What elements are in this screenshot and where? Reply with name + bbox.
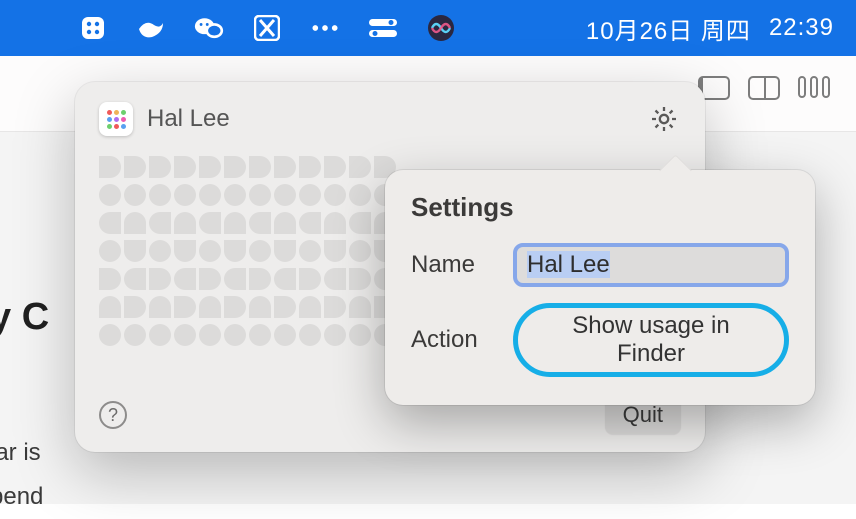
popover-header: Hal Lee (99, 102, 681, 136)
action-label: Action (411, 326, 493, 354)
menubar-time-text: 22:39 (769, 14, 834, 42)
view-columns-icon[interactable] (798, 76, 834, 100)
bird-icon[interactable] (136, 13, 166, 43)
siri-icon[interactable] (426, 13, 456, 43)
background-heading: y C (0, 296, 49, 339)
popover-title: Hal Lee (147, 105, 230, 133)
settings-action-row: Action Show usage in Finder (411, 303, 789, 377)
menubar-items (78, 13, 456, 43)
menubar-clock[interactable]: 10月26日 周四 22:39 (586, 11, 834, 46)
help-icon[interactable]: ? (99, 401, 127, 429)
control-center-icon[interactable] (368, 13, 398, 43)
x-icon[interactable] (252, 13, 282, 43)
name-label: Name (411, 251, 493, 279)
figma-icon[interactable] (78, 13, 108, 43)
gear-icon[interactable] (649, 104, 679, 134)
action-button[interactable]: Show usage in Finder (513, 303, 789, 377)
settings-heading: Settings (411, 192, 789, 223)
split-view-icon[interactable] (748, 76, 780, 100)
settings-popover: Settings Name Hal Lee Action Show usage … (385, 170, 815, 405)
more-icon[interactable] (310, 13, 340, 43)
app-icon (99, 102, 133, 136)
settings-name-row: Name Hal Lee (411, 243, 789, 287)
background-text: lar is pend (0, 431, 43, 519)
name-input[interactable]: Hal Lee (513, 243, 789, 287)
menubar: 10月26日 周四 22:39 (0, 0, 856, 56)
wechat-icon[interactable] (194, 13, 224, 43)
menubar-date-text: 10月26日 周四 (586, 11, 751, 46)
